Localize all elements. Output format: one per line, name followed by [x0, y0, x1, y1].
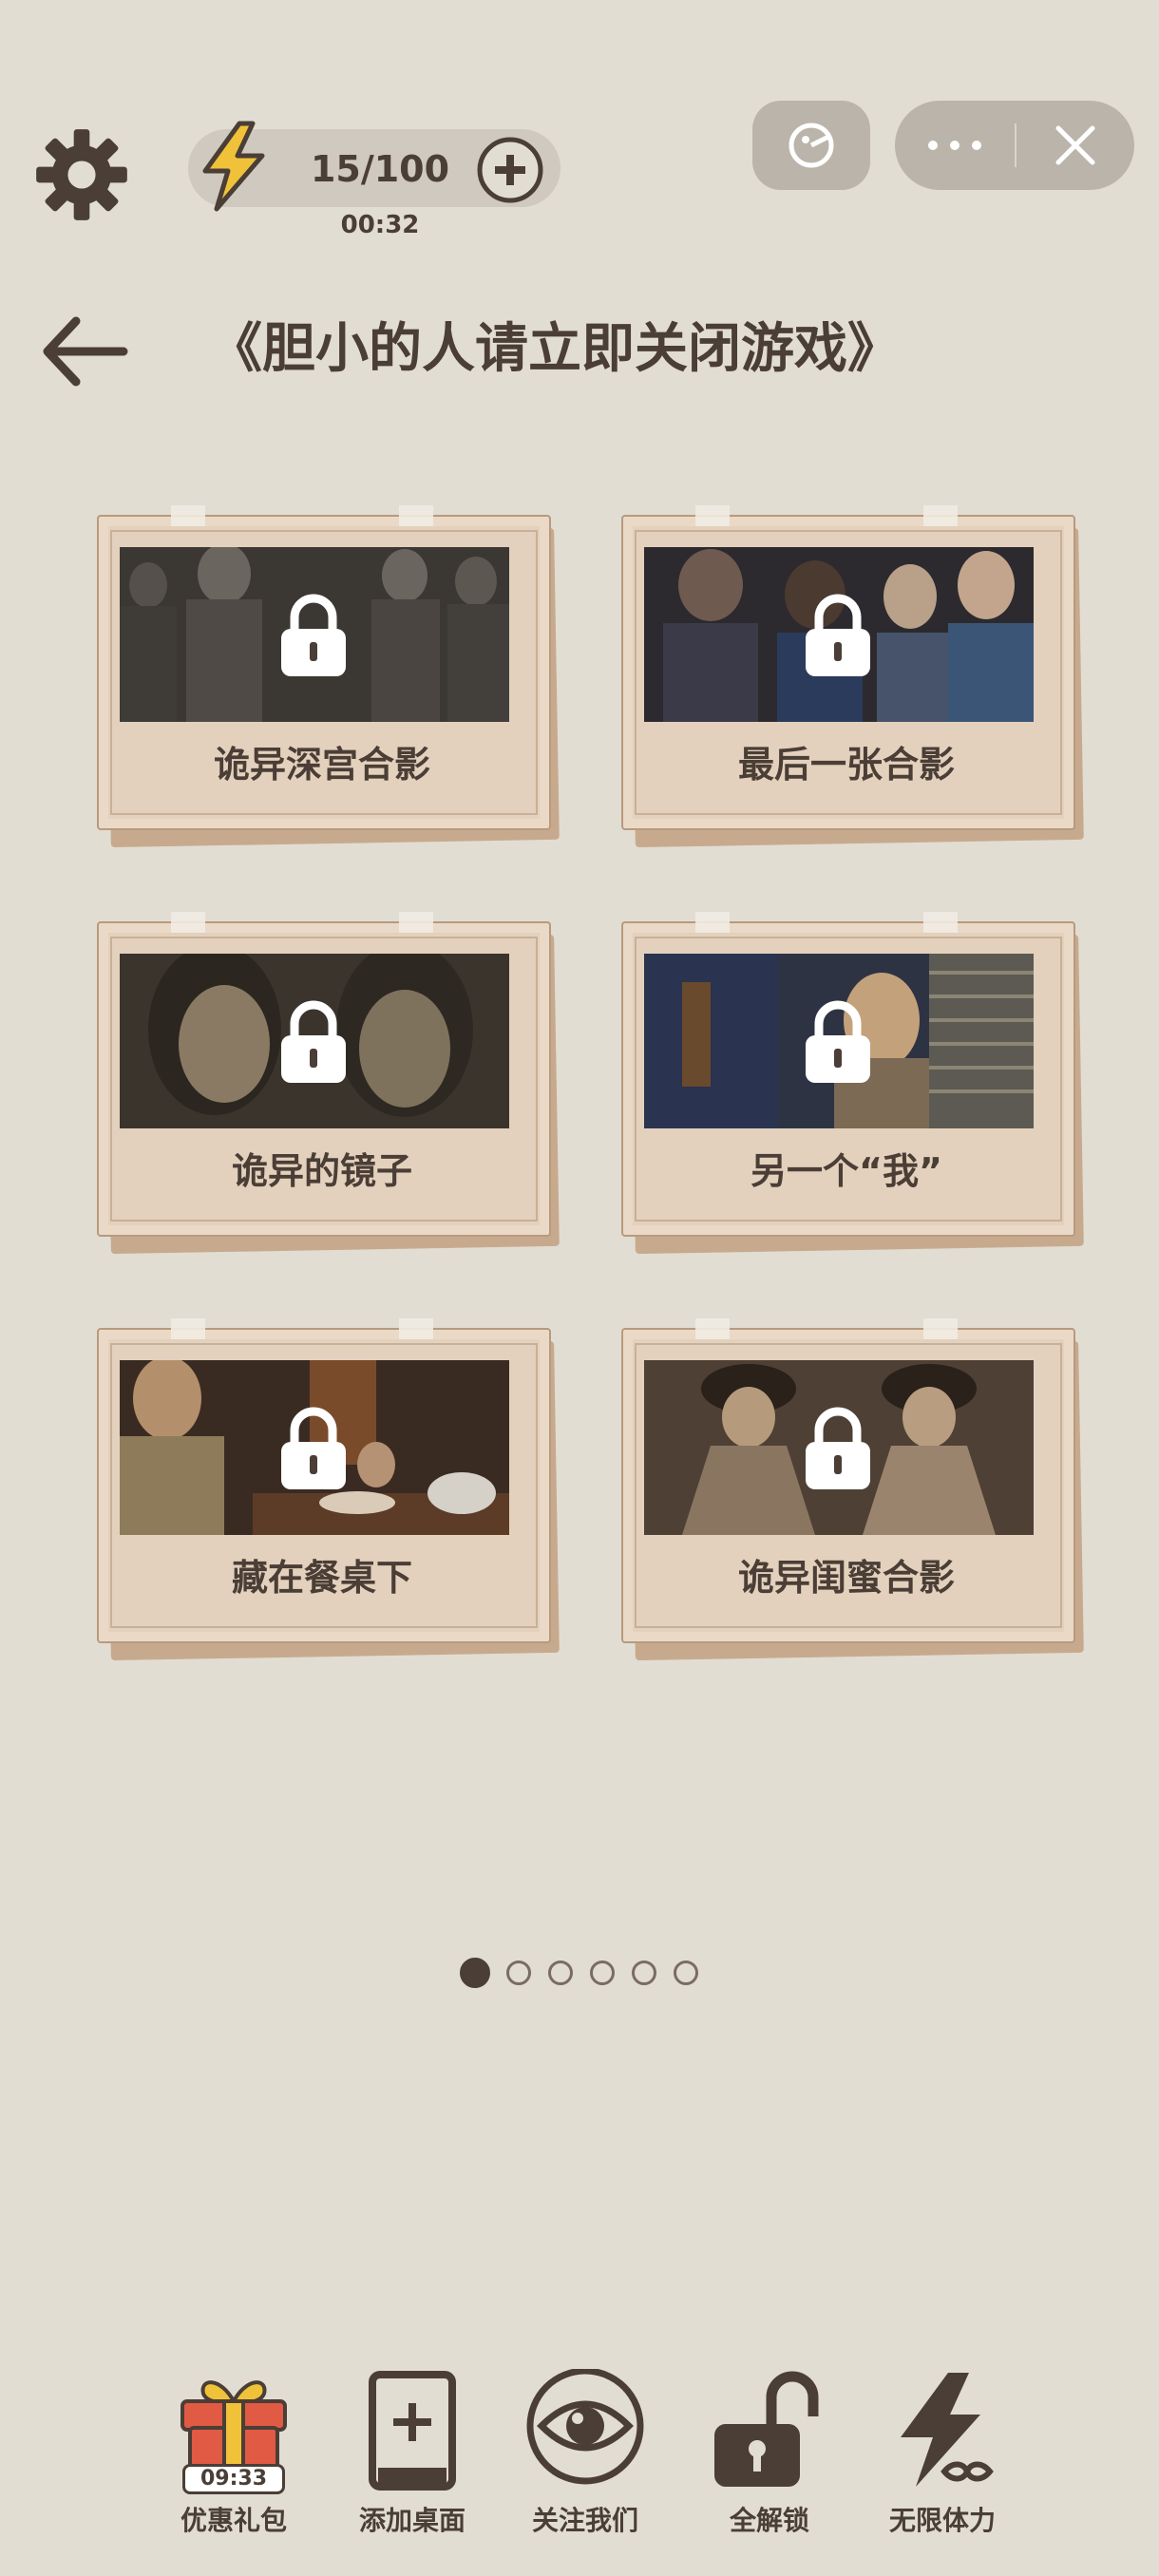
unlimited-energy-label: 无限体力	[888, 2505, 996, 2536]
lock-icon	[276, 593, 352, 678]
tape	[923, 505, 958, 526]
tape	[171, 505, 205, 526]
tape	[399, 912, 433, 933]
level-card-5[interactable]: 藏在餐桌下	[97, 1318, 562, 1661]
tape	[399, 1318, 433, 1339]
tape	[923, 1318, 958, 1339]
eye-icon	[524, 2367, 646, 2492]
settings-gear-icon[interactable]	[32, 125, 131, 224]
lock-icon	[276, 1406, 352, 1491]
infinite-energy-icon	[882, 2369, 1003, 2492]
tape	[171, 912, 205, 933]
game-center-button[interactable]	[752, 101, 870, 190]
gift-timer: 09:33	[182, 2464, 285, 2494]
level-label: 诡异深宫合影	[213, 744, 430, 786]
lock-icon	[276, 999, 352, 1085]
page-dot[interactable]	[674, 1960, 698, 1985]
level-label: 诡异的镜子	[231, 1150, 412, 1192]
tape	[695, 912, 730, 933]
add-energy-button[interactable]	[475, 135, 545, 205]
level-card-2[interactable]: 最后一张合影	[621, 505, 1087, 848]
capsule-menu	[895, 101, 1134, 190]
unlock-all-button[interactable]: 全解锁	[694, 2369, 846, 2559]
lock-icon	[800, 999, 876, 1085]
level-label: 诡异闺蜜合影	[737, 1557, 955, 1599]
energy-timer: 00:32	[340, 211, 420, 239]
follow-us-button[interactable]: 关注我们	[509, 2367, 661, 2559]
page-dot[interactable]	[632, 1960, 656, 1985]
lock-icon	[800, 593, 876, 678]
page-dot-active[interactable]	[460, 1958, 490, 1988]
add-desktop-label: 添加桌面	[358, 2505, 466, 2536]
page-dot[interactable]	[548, 1960, 573, 1985]
gift-pack-button[interactable]: 09:33 优惠礼包	[158, 2369, 310, 2559]
lightning-icon	[190, 120, 277, 213]
unlimited-energy-button[interactable]: 无限体力	[866, 2369, 1018, 2559]
page-dot[interactable]	[590, 1960, 615, 1985]
level-card-6[interactable]: 诡异闺蜜合影	[621, 1318, 1087, 1661]
tape	[171, 1318, 205, 1339]
unlock-icon	[709, 2369, 830, 2492]
tape	[695, 1318, 730, 1339]
tape	[399, 505, 433, 526]
page-dot[interactable]	[506, 1960, 531, 1985]
page-title: 《胆小的人请立即关闭游戏》	[209, 318, 901, 380]
more-options-button[interactable]	[895, 101, 1015, 190]
add-desktop-button[interactable]: 添加桌面	[336, 2369, 488, 2559]
level-label: 最后一张合影	[737, 744, 955, 786]
level-label: 另一个“我”	[750, 1150, 942, 1192]
tape	[923, 912, 958, 933]
follow-us-label: 关注我们	[531, 2505, 638, 2536]
level-card-3[interactable]: 诡异的镜子	[97, 912, 562, 1255]
unlock-all-label: 全解锁	[729, 2505, 809, 2536]
lock-icon	[800, 1406, 876, 1491]
page-indicator	[454, 1958, 705, 1995]
level-label: 藏在餐桌下	[231, 1557, 412, 1599]
gift-label: 优惠礼包	[180, 2505, 287, 2536]
tape	[695, 505, 730, 526]
level-card-1[interactable]: 诡异深宫合影	[97, 505, 562, 848]
add-desktop-icon	[352, 2369, 473, 2492]
back-arrow-icon[interactable]	[38, 312, 133, 391]
close-button[interactable]	[1016, 101, 1134, 190]
level-card-4[interactable]: 另一个“我”	[621, 912, 1087, 1255]
energy-count: 15/100	[310, 148, 450, 190]
